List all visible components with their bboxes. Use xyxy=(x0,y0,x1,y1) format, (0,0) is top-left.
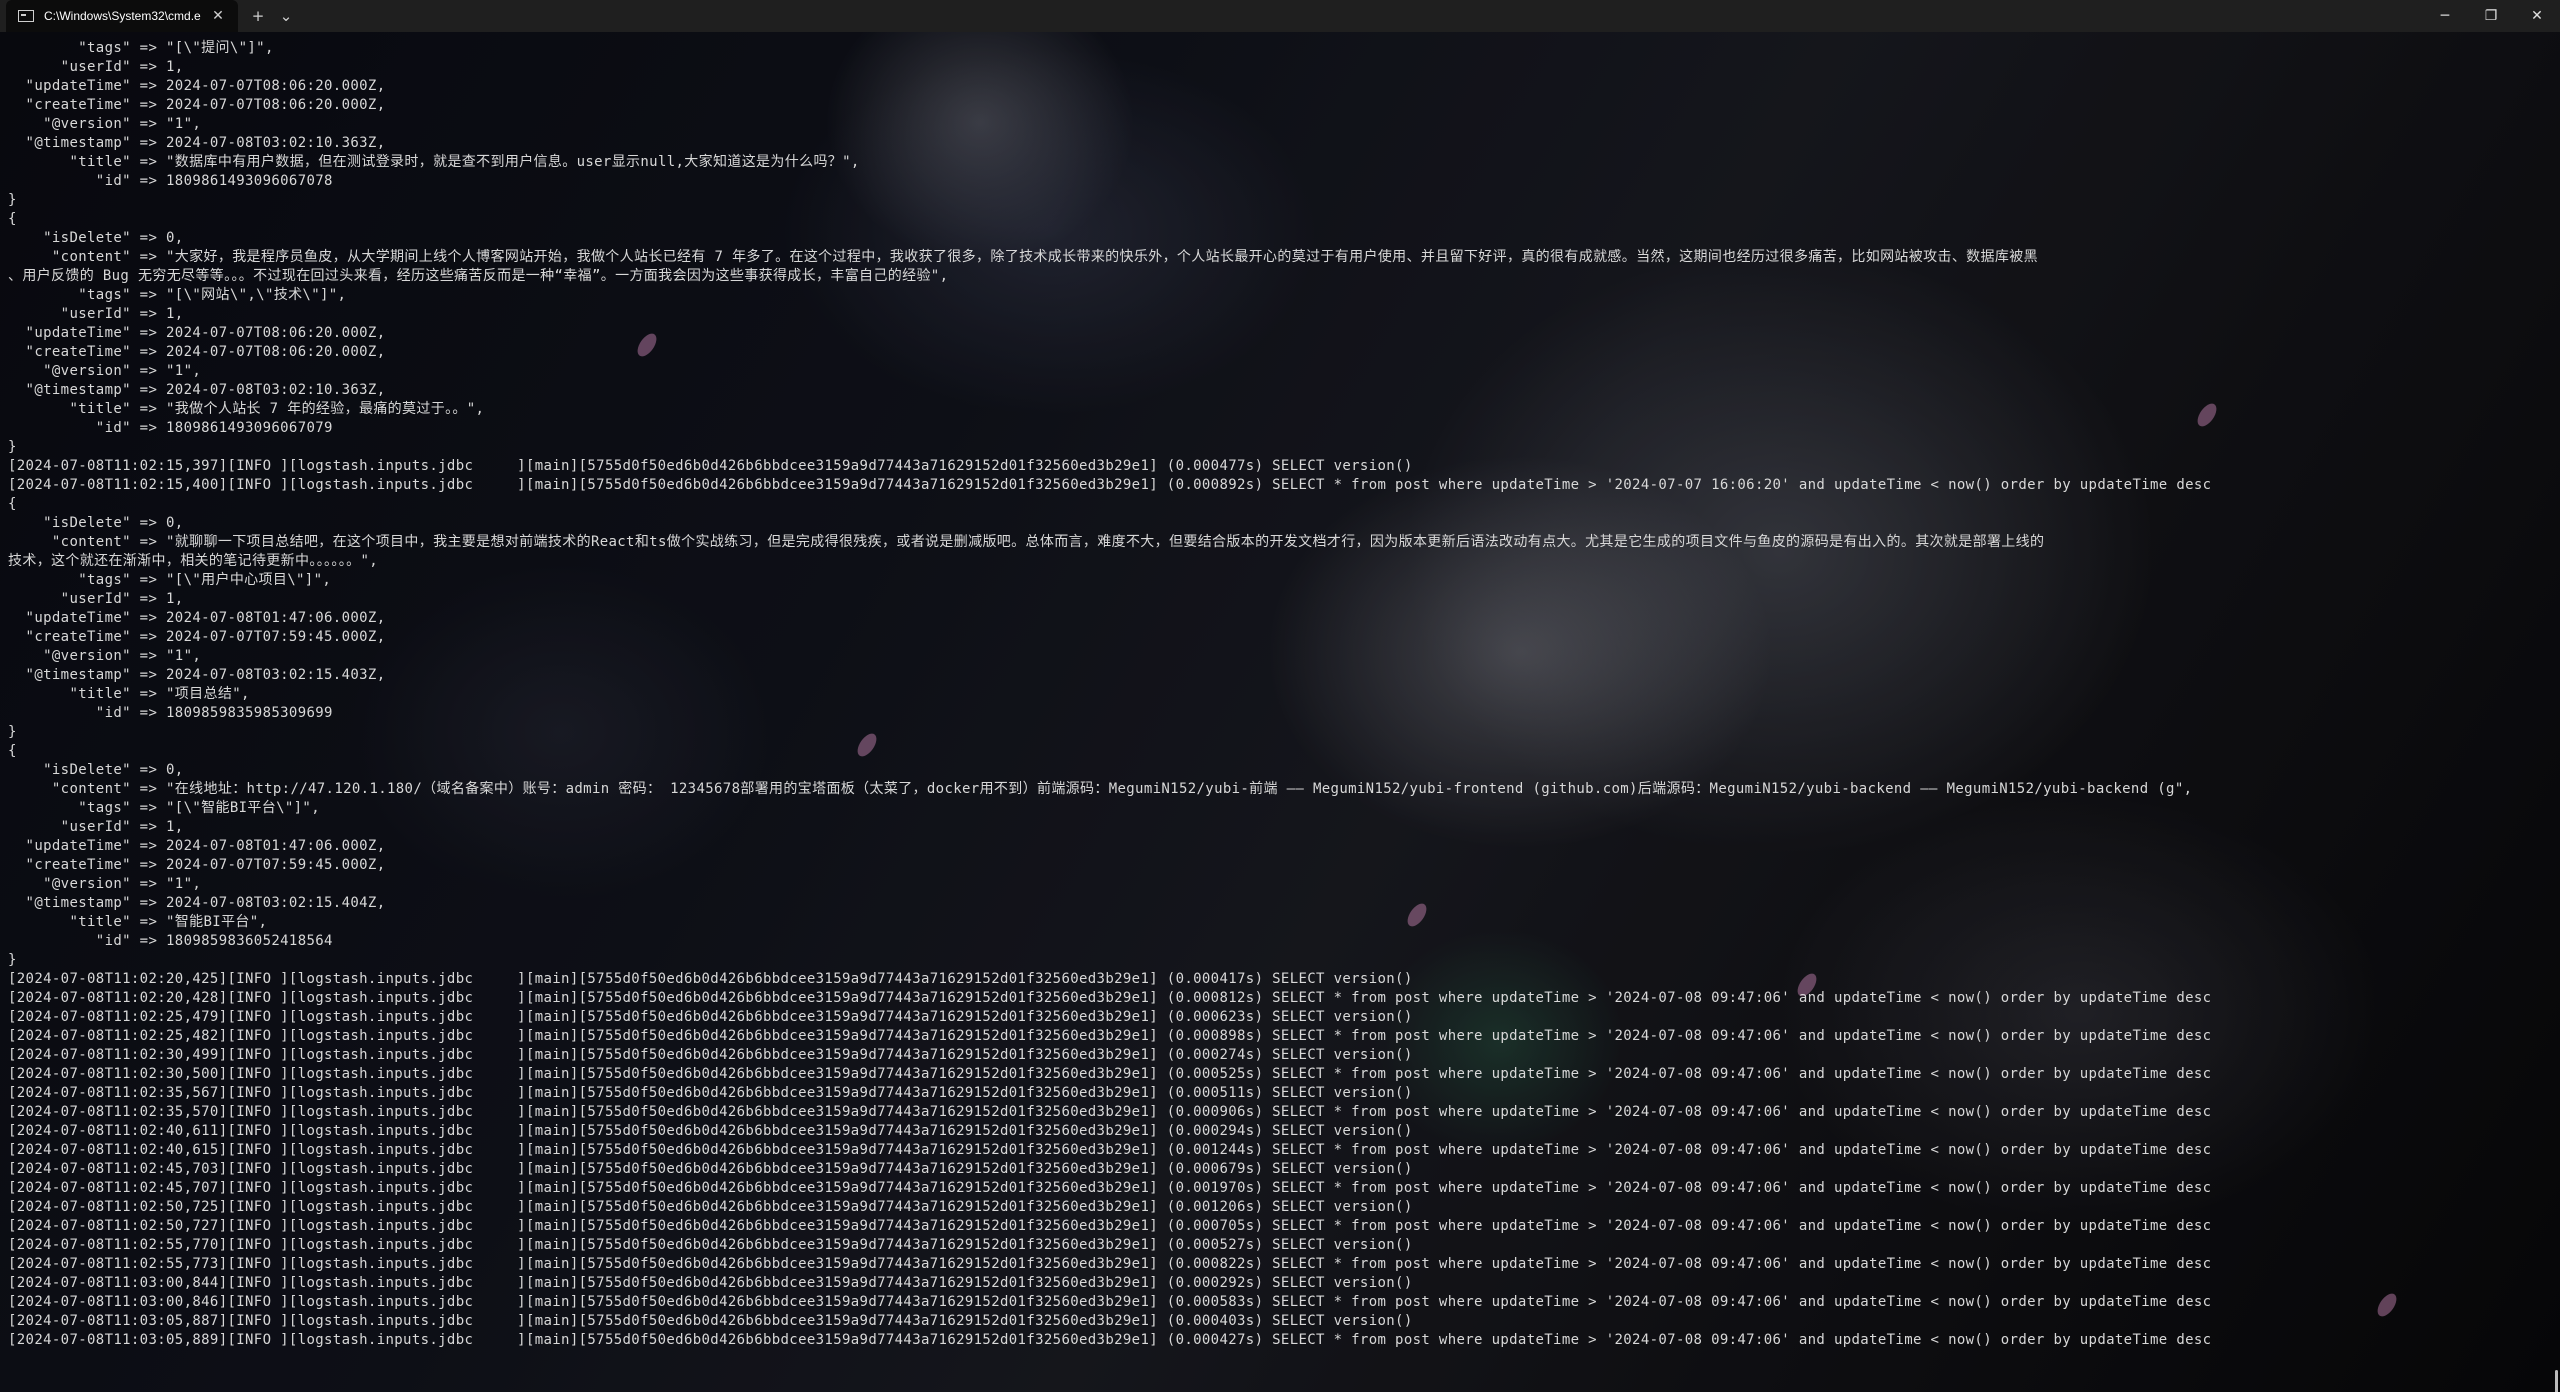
log-line: "@timestamp" => 2024-07-08T03:02:15.403Z… xyxy=(8,667,386,683)
log-line: [2024-07-08T11:02:40,611][INFO ][logstas… xyxy=(8,1123,1413,1139)
terminal-output[interactable]: "tags" => "[\"提问\"]", "userId" => 1, "up… xyxy=(0,32,2560,1392)
log-line: "tags" => "[\"智能BI平台\"]", xyxy=(8,800,320,816)
log-line: [2024-07-08T11:02:45,703][INFO ][logstas… xyxy=(8,1161,1413,1177)
log-line: "createTime" => 2024-07-07T07:59:45.000Z… xyxy=(8,629,386,645)
close-tab-icon[interactable]: ✕ xyxy=(208,6,228,26)
log-line: "title" => "我做个人站长 7 年的经验，最痛的莫过于。。", xyxy=(8,401,485,417)
log-line: "createTime" => 2024-07-07T08:06:20.000Z… xyxy=(8,344,386,360)
log-line: "updateTime" => 2024-07-07T08:06:20.000Z… xyxy=(8,78,386,94)
tab-title: C:\Windows\System32\cmd.e xyxy=(44,9,201,23)
log-line: "userId" => 1, xyxy=(8,819,184,835)
log-line: "userId" => 1, xyxy=(8,306,184,322)
log-line: "tags" => "[\"网站\",\"技术\"]", xyxy=(8,287,347,303)
log-line: "updateTime" => 2024-07-07T08:06:20.000Z… xyxy=(8,325,386,341)
title-bar: C:\Windows\System32\cmd.e ✕ + ⌄ ─ ❐ ✕ xyxy=(0,0,2560,32)
minimize-button[interactable]: ─ xyxy=(2422,0,2468,32)
log-line: [2024-07-08T11:02:30,500][INFO ][logstas… xyxy=(8,1066,2212,1082)
log-line: "id" => 1809859836052418564 xyxy=(8,933,333,949)
scrollbar-thumb[interactable] xyxy=(2555,1370,2558,1392)
log-line: { xyxy=(8,211,17,227)
log-line: } xyxy=(8,952,17,968)
log-line: "id" => 1809861493096067078 xyxy=(8,173,333,189)
log-line: [2024-07-08T11:03:00,846][INFO ][logstas… xyxy=(8,1294,2212,1310)
log-line: [2024-07-08T11:03:05,889][INFO ][logstas… xyxy=(8,1332,2212,1348)
log-line: [2024-07-08T11:03:05,887][INFO ][logstas… xyxy=(8,1313,1413,1329)
terminal-icon xyxy=(18,10,34,22)
log-line: "createTime" => 2024-07-07T07:59:45.000Z… xyxy=(8,857,386,873)
window-controls: ─ ❐ ✕ xyxy=(2422,0,2560,32)
log-line: "tags" => "[\"提问\"]", xyxy=(8,40,274,56)
log-line: [2024-07-08T11:02:35,570][INFO ][logstas… xyxy=(8,1104,2212,1120)
log-line: "@timestamp" => 2024-07-08T03:02:10.363Z… xyxy=(8,382,386,398)
log-line: [2024-07-08T11:02:55,773][INFO ][logstas… xyxy=(8,1256,2212,1272)
log-line: "@version" => "1", xyxy=(8,363,202,379)
log-line: "updateTime" => 2024-07-08T01:47:06.000Z… xyxy=(8,838,386,854)
log-line: "userId" => 1, xyxy=(8,591,184,607)
log-line: "isDelete" => 0, xyxy=(8,515,184,531)
log-line: 技术，这个就还在渐渐中，相关的笔记待更新中。。。。。。", xyxy=(8,553,379,569)
log-line: "@version" => "1", xyxy=(8,876,202,892)
log-line: [2024-07-08T11:02:40,615][INFO ][logstas… xyxy=(8,1142,2212,1158)
log-line: "createTime" => 2024-07-07T08:06:20.000Z… xyxy=(8,97,386,113)
log-line: [2024-07-08T11:02:25,479][INFO ][logstas… xyxy=(8,1009,1413,1025)
new-tab-button[interactable]: + xyxy=(244,0,272,32)
log-line: [2024-07-08T11:02:20,428][INFO ][logstas… xyxy=(8,990,2212,1006)
close-window-button[interactable]: ✕ xyxy=(2514,0,2560,32)
log-line: "content" => "就聊聊一下项目总结吧，在这个项目中，我主要是想对前端… xyxy=(8,534,2045,550)
log-line: "content" => "在线地址：http://47.120.1.180/（… xyxy=(8,781,2193,797)
log-line: [2024-07-08T11:02:25,482][INFO ][logstas… xyxy=(8,1028,2212,1044)
restore-button[interactable]: ❐ xyxy=(2468,0,2514,32)
log-line: "@version" => "1", xyxy=(8,648,202,664)
log-line: "title" => "数据库中有用户数据，但在测试登录时，就是查不到用户信息。… xyxy=(8,154,860,170)
log-line: "title" => "项目总结", xyxy=(8,686,250,702)
log-line: "isDelete" => 0, xyxy=(8,762,184,778)
log-line: [2024-07-08T11:02:20,425][INFO ][logstas… xyxy=(8,971,1413,987)
log-line: [2024-07-08T11:02:15,400][INFO ][logstas… xyxy=(8,477,2212,493)
log-line: [2024-07-08T11:02:55,770][INFO ][logstas… xyxy=(8,1237,1413,1253)
log-line: "isDelete" => 0, xyxy=(8,230,184,246)
log-line: "@version" => "1", xyxy=(8,116,202,132)
log-line: "id" => 1809861493096067079 xyxy=(8,420,333,436)
log-line: "@timestamp" => 2024-07-08T03:02:15.404Z… xyxy=(8,895,386,911)
log-line: 、用户反馈的 Bug 无穷无尽等等。。。不过现在回过头来看，经历这些痛苦反而是一… xyxy=(8,268,949,284)
log-line: [2024-07-08T11:02:35,567][INFO ][logstas… xyxy=(8,1085,1413,1101)
log-line: { xyxy=(8,496,17,512)
log-line: "@timestamp" => 2024-07-08T03:02:10.363Z… xyxy=(8,135,386,151)
log-line: [2024-07-08T11:02:15,397][INFO ][logstas… xyxy=(8,458,1413,474)
log-line: [2024-07-08T11:02:45,707][INFO ][logstas… xyxy=(8,1180,2212,1196)
log-line: "updateTime" => 2024-07-08T01:47:06.000Z… xyxy=(8,610,386,626)
log-line: "id" => 1809859835985309699 xyxy=(8,705,333,721)
log-line: [2024-07-08T11:02:50,727][INFO ][logstas… xyxy=(8,1218,2212,1234)
log-line: } xyxy=(8,192,17,208)
log-line: { xyxy=(8,743,17,759)
log-line: "content" => "大家好，我是程序员鱼皮，从大学期间上线个人博客网站开… xyxy=(8,249,2038,265)
log-line: [2024-07-08T11:02:50,725][INFO ][logstas… xyxy=(8,1199,1413,1215)
log-line: } xyxy=(8,724,17,740)
log-line: "title" => "智能BI平台", xyxy=(8,914,268,930)
log-line: [2024-07-08T11:03:00,844][INFO ][logstas… xyxy=(8,1275,1413,1291)
log-line: "userId" => 1, xyxy=(8,59,184,75)
tab-cmd[interactable]: C:\Windows\System32\cmd.e ✕ xyxy=(6,0,238,32)
log-output: "tags" => "[\"提问\"]", "userId" => 1, "up… xyxy=(8,39,2560,1350)
log-line: } xyxy=(8,439,17,455)
log-line: "tags" => "[\"用户中心项目\"]", xyxy=(8,572,332,588)
tab-dropdown-button[interactable]: ⌄ xyxy=(272,0,300,32)
log-line: [2024-07-08T11:02:30,499][INFO ][logstas… xyxy=(8,1047,1413,1063)
